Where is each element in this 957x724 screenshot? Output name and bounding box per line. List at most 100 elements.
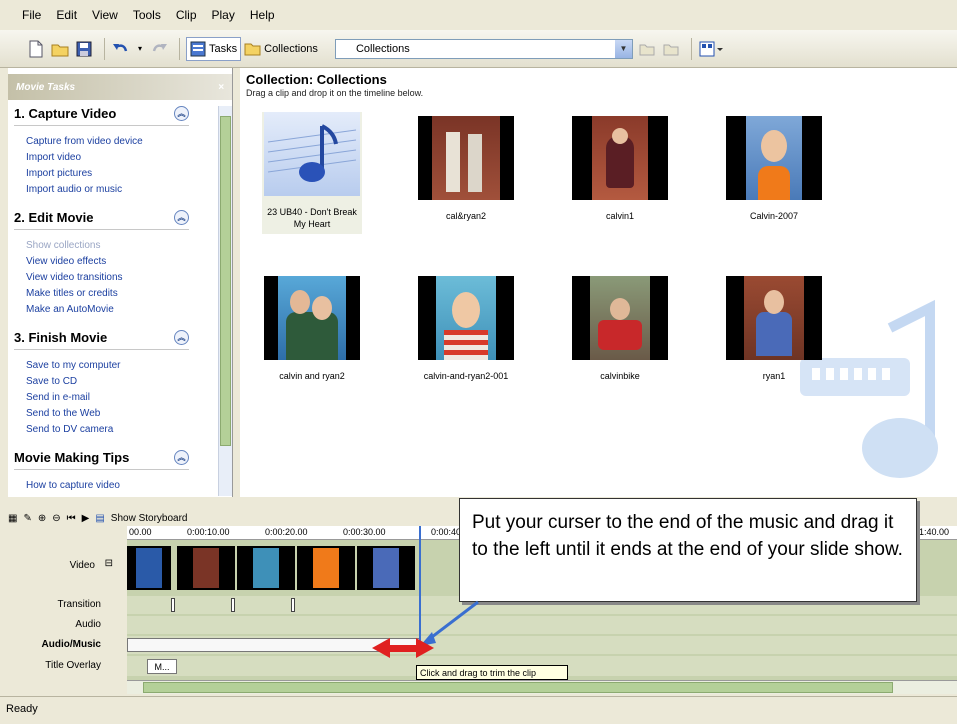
task-link[interactable]: Send to DV camera (26, 422, 232, 438)
section-links: How to capture video (26, 478, 232, 494)
expand-icon[interactable]: ⊟ (105, 558, 113, 569)
rewind-icon[interactable]: ⏮ (67, 513, 76, 524)
tasks-button[interactable]: Tasks (186, 36, 242, 61)
video-clip[interactable] (177, 546, 235, 590)
clip-caption: ryan1 (762, 371, 786, 381)
clip-item[interactable]: calvin1 (560, 116, 680, 222)
section-links: Save to my computer Save to CD Send in e… (26, 358, 232, 438)
play-icon[interactable]: ▶ (82, 513, 90, 524)
collapse-icon[interactable]: ︽ (174, 450, 189, 465)
audio-track[interactable] (127, 616, 957, 634)
section-capture-video[interactable]: 1. Capture Video ︽ (14, 106, 189, 126)
section-title: Movie Making Tips (14, 450, 130, 465)
track-label-transition: Transition (57, 599, 101, 610)
status-bar: Ready (0, 696, 957, 724)
undo-icon[interactable] (111, 39, 131, 59)
tasks-scrollbar[interactable] (218, 106, 232, 496)
tasks-panel-header: Movie Tasks × (8, 74, 232, 100)
audio-music-track[interactable] (127, 636, 957, 654)
zoom-out-icon[interactable]: ⊖ (52, 513, 60, 524)
up-folder-icon[interactable] (637, 39, 657, 59)
scrollbar-thumb[interactable] (220, 116, 231, 446)
section-movie-making-tips[interactable]: Movie Making Tips ︽ (14, 450, 189, 470)
playhead[interactable] (419, 526, 421, 642)
folder-icon (244, 43, 261, 55)
section-title: 2. Edit Movie (14, 210, 94, 225)
ruler-tick: 00.00 (129, 527, 152, 537)
clip-item[interactable]: calvinbike (560, 276, 680, 382)
task-link[interactable]: Save to CD (26, 374, 232, 390)
task-link[interactable]: Import video (26, 150, 232, 166)
task-link[interactable]: Capture from video device (26, 134, 232, 150)
chevron-down-icon[interactable]: ▼ (614, 39, 632, 58)
views-icon[interactable] (698, 39, 724, 59)
task-link[interactable]: Save to my computer (26, 358, 232, 374)
menu-tools[interactable]: Tools (133, 8, 161, 22)
music-clip[interactable] (127, 638, 421, 652)
collapse-icon[interactable]: ︽ (174, 210, 189, 225)
storyboard-icon[interactable]: ▦ (8, 513, 17, 524)
clip-thumbnail (418, 276, 514, 360)
toolbar-separator (179, 37, 180, 60)
clip-caption: 23 UB40 - Don't Break My Heart (267, 207, 357, 229)
collapse-icon[interactable]: ︽ (174, 106, 189, 121)
track-label-audio: Audio (75, 619, 101, 630)
show-storyboard-button[interactable]: Show Storyboard (111, 513, 188, 524)
save-project-icon[interactable] (74, 39, 94, 59)
collection-subtitle: Drag a clip and drop it on the timeline … (246, 88, 424, 98)
task-link[interactable]: Make an AutoMovie (26, 302, 232, 318)
collection-select[interactable]: Collections ▼ (334, 38, 633, 59)
clip-thumbnail (726, 276, 822, 360)
clip-item[interactable]: 23 UB40 - Don't Break My Heart (252, 112, 372, 234)
section-finish-movie[interactable]: 3. Finish Movie ︽ (14, 330, 189, 350)
menu-edit[interactable]: Edit (56, 8, 77, 22)
clip-item[interactable]: cal&ryan2 (406, 116, 526, 222)
task-link[interactable]: Send in e-mail (26, 390, 232, 406)
section-title: 3. Finish Movie (14, 330, 108, 345)
open-project-icon[interactable] (50, 39, 70, 59)
status-text: Ready (6, 703, 38, 715)
video-clip[interactable] (357, 546, 415, 590)
new-folder-icon[interactable] (661, 39, 681, 59)
clip-item[interactable]: calvin-and-ryan2-001 (406, 276, 526, 382)
clip-item[interactable]: Calvin-2007 (714, 116, 834, 222)
zoom-in-icon[interactable]: ⊕ (38, 513, 46, 524)
collections-label: Collections (264, 42, 318, 55)
transition-marker[interactable] (291, 598, 295, 612)
clip-thumbnail (572, 116, 668, 200)
task-link[interactable]: Send to the Web (26, 406, 232, 422)
video-clip[interactable] (297, 546, 355, 590)
clip-item[interactable]: ryan1 (714, 276, 834, 382)
menu-clip[interactable]: Clip (176, 8, 197, 22)
task-link[interactable]: Import pictures (26, 166, 232, 182)
close-icon[interactable]: × (218, 82, 224, 93)
menu-view[interactable]: View (92, 8, 118, 22)
transition-marker[interactable] (231, 598, 235, 612)
menu-play[interactable]: Play (212, 8, 235, 22)
menu-file[interactable]: File (22, 8, 41, 22)
task-link[interactable]: Make titles or credits (26, 286, 232, 302)
menu-help[interactable]: Help (250, 8, 275, 22)
video-clip[interactable] (127, 546, 171, 590)
task-link[interactable]: View video transitions (26, 270, 232, 286)
undo-dropdown-icon[interactable]: ▾ (135, 39, 145, 59)
task-link[interactable]: View video effects (26, 254, 232, 270)
track-label-title-overlay: Title Overlay (45, 660, 101, 671)
title-clip[interactable]: M... (147, 659, 177, 674)
scrollbar-thumb[interactable] (143, 682, 893, 693)
transition-marker[interactable] (171, 598, 175, 612)
clip-thumbnail (726, 116, 822, 200)
timeline-scrollbar[interactable] (127, 680, 957, 694)
tasks-icon (190, 41, 206, 56)
section-edit-movie[interactable]: 2. Edit Movie ︽ (14, 210, 189, 230)
collapse-icon[interactable]: ︽ (174, 330, 189, 345)
clip-item[interactable]: calvin and ryan2 (252, 276, 372, 382)
new-project-icon[interactable] (26, 39, 46, 59)
redo-icon[interactable] (149, 39, 169, 59)
video-clip[interactable] (237, 546, 295, 590)
storyboard-view-icon[interactable]: ▤ (95, 513, 104, 524)
narrate-icon[interactable]: ✎ (23, 513, 31, 524)
task-link[interactable]: How to capture video (26, 478, 232, 494)
task-link[interactable]: Import audio or music (26, 182, 232, 198)
collections-button[interactable]: Collections (241, 37, 321, 61)
